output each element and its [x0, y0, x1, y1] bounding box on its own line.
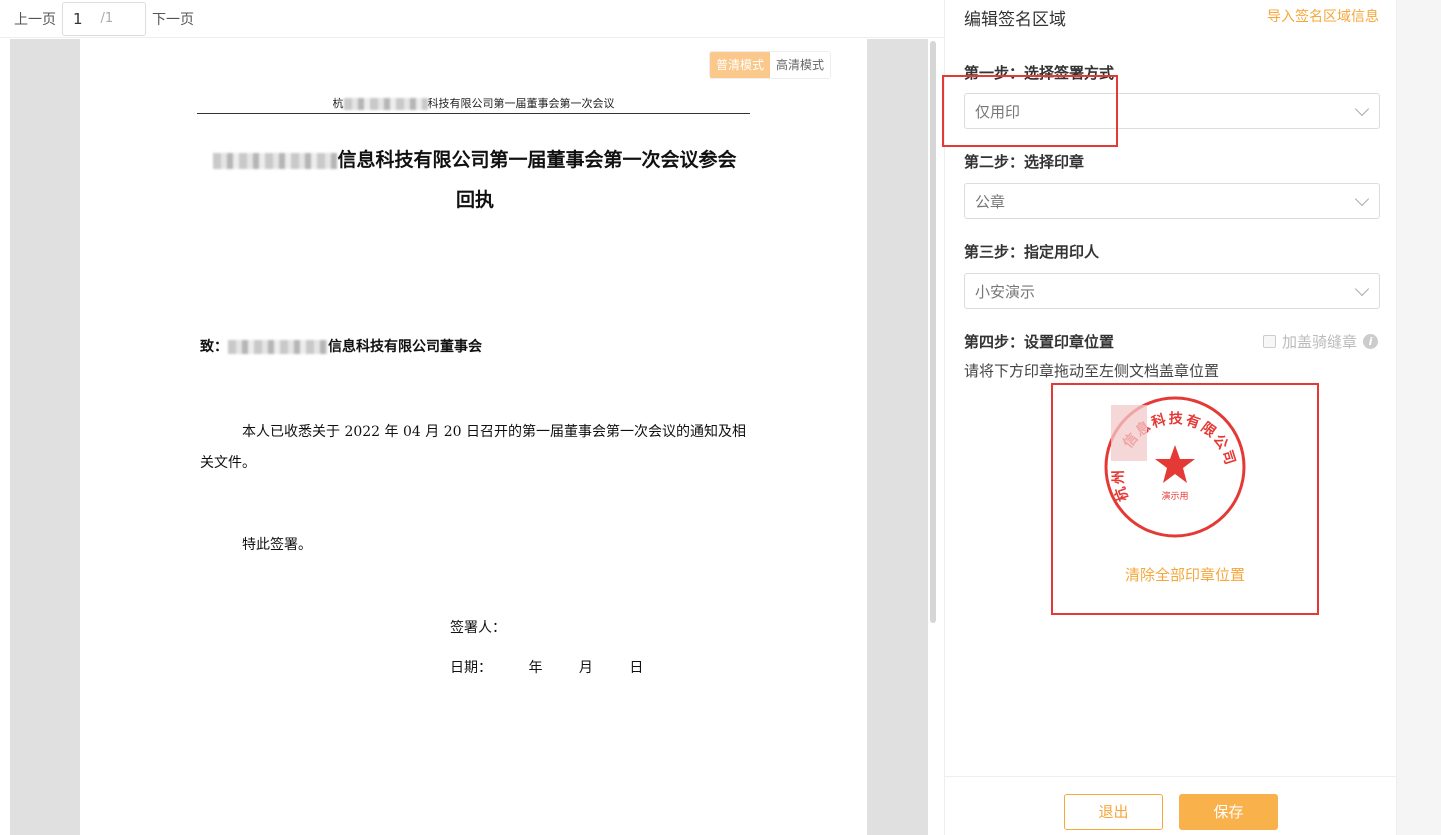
step2-label: 第二步：选择印章	[964, 153, 1085, 171]
chevron-down-icon	[1354, 281, 1370, 296]
panel-title: 编辑签名区域	[964, 10, 1066, 30]
doc-recipient-prefix: 致：	[200, 339, 228, 355]
prev-page-button[interactable]: 上一页	[14, 9, 56, 29]
next-page-button[interactable]: 下一页	[152, 9, 194, 29]
doc-header-prefix: 杭	[332, 97, 344, 110]
doc-title: 信息科技有限公司第一届董事会第一次会议参会 回执	[200, 140, 750, 220]
doc-title-line2: 回执	[455, 189, 494, 211]
mode-hd-tab[interactable]: 高清模式	[770, 52, 831, 78]
panel-footer: 退出 保存	[945, 776, 1396, 835]
info-icon[interactable]: i	[1363, 334, 1378, 349]
doc-title-line1: 信息科技有限公司第一届董事会第一次会议参会	[200, 140, 750, 180]
doc-header: 杭 科技有限公司第一届董事会第一次会议	[197, 95, 750, 114]
current-page[interactable]: 1	[73, 10, 83, 28]
seal-value: 公章	[975, 192, 1006, 211]
import-signature-area-link[interactable]: 导入签名区域信息	[1267, 6, 1379, 26]
step4-label: 第四步：设置印章位置	[964, 333, 1115, 351]
doc-signer-line: 签署人：	[450, 620, 506, 636]
drag-hint: 请将下方印章拖动至左侧文档盖章位置	[964, 362, 1220, 380]
seal-select[interactable]: 公章	[964, 183, 1380, 219]
seal-drag-area: 杭州信息科技有限公司 演示用 清除全部印章位置	[1051, 383, 1319, 615]
page-toolbar: 上一页 1 /1 下一页	[0, 0, 944, 38]
doc-note: 特此签署。	[242, 537, 312, 553]
riding-seal-option[interactable]: 加盖骑缝章 i	[1262, 331, 1378, 352]
riding-seal-checkbox[interactable]	[1262, 335, 1276, 348]
scrollbar-thumb[interactable]	[930, 41, 936, 623]
step3-label: 第三步：指定用印人	[964, 243, 1100, 261]
chevron-down-icon	[1354, 191, 1370, 206]
doc-title-text: 信息科技有限公司第一届董事会第一次会议参会	[337, 149, 737, 171]
highlight-box	[942, 75, 1118, 147]
chevron-down-icon	[1354, 101, 1370, 116]
redacted-text	[213, 153, 338, 169]
redacted-text	[228, 340, 328, 354]
exit-button[interactable]: 退出	[1064, 794, 1163, 830]
sealer-select[interactable]: 小安演示	[964, 273, 1380, 309]
riding-seal-label: 加盖骑缝章	[1281, 333, 1357, 351]
mode-normal-tab[interactable]: 普清模式	[710, 52, 771, 78]
viewer-scrollbar[interactable]	[928, 39, 938, 835]
page-number-input[interactable]: 1 /1	[62, 1, 146, 36]
view-mode-switch: 普清模式 高清模式	[709, 51, 832, 79]
date-month: 月	[578, 660, 593, 676]
app-root: 上一页 1 /1 下一页 普清模式 高清模式 杭 科技有限公司第一届董事会第一次会…	[0, 0, 1441, 835]
sealer-value: 小安演示	[975, 282, 1036, 301]
doc-recipient-suffix: 信息科技有限公司董事会	[328, 339, 482, 355]
company-seal[interactable]: 杭州信息科技有限公司 演示用	[1101, 393, 1249, 541]
date-year: 年	[528, 660, 543, 676]
star-icon	[1155, 445, 1195, 483]
save-button[interactable]: 保存	[1179, 794, 1278, 830]
doc-body: 本人已收悉关于 2022 年 04 月 20 日召开的第一届董事会第一次会议的通…	[200, 424, 746, 471]
document-area: 上一页 1 /1 下一页 普清模式 高清模式 杭 科技有限公司第一届董事会第一次会…	[0, 0, 944, 835]
seal-demo-text: 演示用	[1161, 490, 1188, 502]
total-pages: /1	[100, 11, 114, 26]
doc-header-suffix: 科技有限公司第一届董事会第一次会议	[427, 97, 615, 110]
signature-panel: 编辑签名区域 导入签名区域信息 第一步：选择签署方式 仅用印 第二步：选择印章 …	[942, 0, 1397, 835]
date-day: 日	[629, 660, 644, 676]
redacted-text	[343, 98, 428, 110]
outer-background	[1397, 0, 1441, 835]
clear-seal-positions-link[interactable]: 清除全部印章位置	[1053, 564, 1317, 585]
doc-date-line: 日期： 年 月 日	[450, 657, 675, 677]
date-label: 日期：	[450, 660, 492, 676]
redacted-seal-text	[1111, 405, 1147, 461]
doc-recipient: 致： 信息科技有限公司董事会	[200, 336, 482, 356]
